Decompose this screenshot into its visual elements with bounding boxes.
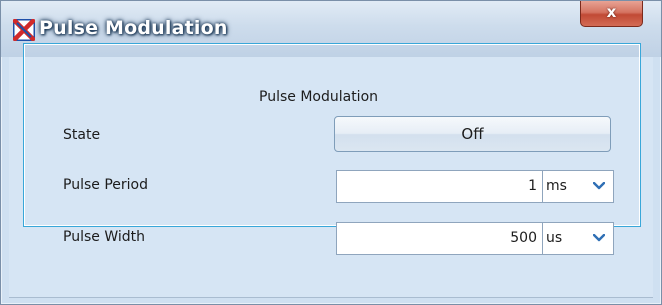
pulse-period-label: Pulse Period <box>63 177 148 193</box>
app-logo-icon <box>13 19 35 41</box>
pulse-modulation-window: Pulse Modulation x Pulse Modulation Stat… <box>0 0 662 305</box>
window-bottom-edge <box>9 297 653 298</box>
chevron-down-icon[interactable] <box>593 182 605 190</box>
close-icon[interactable]: x <box>581 3 642 21</box>
pulse-period-unit-select[interactable]: ms <box>542 170 614 203</box>
pulse-width-input[interactable]: 500 <box>336 222 544 255</box>
pulse-width-unit-select[interactable]: us <box>542 222 614 255</box>
pulse-width-label: Pulse Width <box>63 229 145 245</box>
window-title: Pulse Modulation <box>39 17 228 39</box>
pulse-period-input[interactable]: 1 <box>336 170 544 203</box>
state-toggle-button[interactable]: Off <box>334 116 611 152</box>
pulse-period-unit-value: ms <box>546 178 567 194</box>
close-button[interactable]: x <box>580 1 643 27</box>
group-title: Pulse Modulation <box>256 89 382 105</box>
pulse-width-unit-value: us <box>546 230 563 246</box>
state-label: State <box>63 127 101 143</box>
chevron-down-icon[interactable] <box>593 234 605 242</box>
